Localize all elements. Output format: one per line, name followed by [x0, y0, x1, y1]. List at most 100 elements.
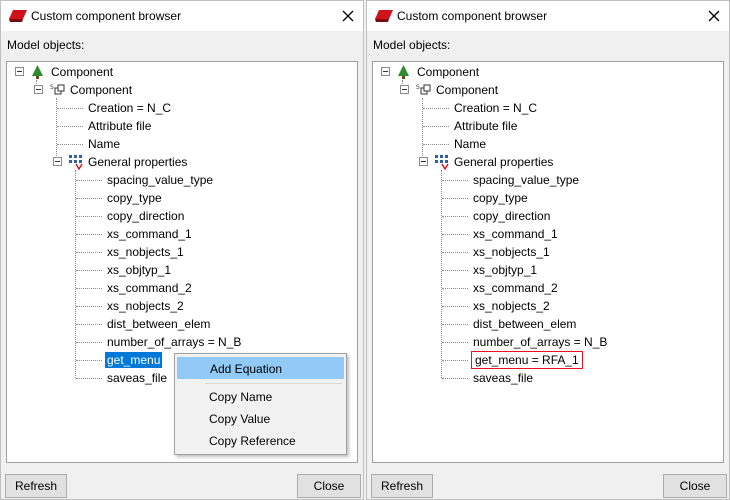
collapse-toggle[interactable]	[381, 67, 390, 76]
tree-node-attribute[interactable]: Name	[86, 135, 122, 153]
tree-node-property[interactable]: xs_nobjects_1	[471, 243, 552, 261]
tree-node-property[interactable]: copy_type	[105, 189, 164, 207]
tree-node-label: copy_type	[473, 191, 528, 205]
tree-node-label: Attribute file	[88, 119, 152, 133]
component-tree-icon	[398, 65, 409, 82]
tree-node-label: copy_direction	[473, 209, 551, 223]
close-icon[interactable]	[705, 7, 723, 25]
tree-guide	[442, 342, 468, 343]
app-logo-icon	[9, 10, 27, 23]
tree-node-label: Creation = N_C	[454, 101, 538, 115]
tree-guide	[442, 198, 468, 199]
menu-item-copy-reference[interactable]: Copy Reference	[177, 430, 344, 452]
menu-item-copy-value[interactable]: Copy Value	[177, 408, 344, 430]
collapse-toggle[interactable]	[15, 67, 24, 76]
tree-guide	[442, 360, 468, 361]
tree-node-property[interactable]: xs_objtyp_1	[105, 261, 173, 279]
title-bar: Custom component browser	[367, 1, 729, 31]
tree-node-property[interactable]: number_of_arrays = N_B	[471, 333, 609, 351]
section-label: Model objects:	[373, 38, 451, 52]
tree-node-label: Creation = N_C	[88, 101, 172, 115]
tree-node-component[interactable]: Component	[434, 81, 500, 99]
tree-node-label: dist_between_elem	[473, 317, 577, 331]
tree-node-property[interactable]: xs_nobjects_2	[471, 297, 552, 315]
tree-node-property[interactable]: get_menu = RFA_1	[471, 351, 583, 369]
tree-node-property[interactable]: number_of_arrays = N_B	[105, 333, 243, 351]
tree-node-property[interactable]: dist_between_elem	[105, 315, 212, 333]
tree-node-property[interactable]: spacing_value_type	[105, 171, 215, 189]
tree-guide	[76, 270, 102, 271]
app-logo-icon	[375, 10, 393, 23]
tree-node-property[interactable]: spacing_value_type	[471, 171, 581, 189]
tree-node-label: get_menu	[105, 352, 163, 368]
tree-node-property[interactable]: dist_between_elem	[471, 315, 578, 333]
context-menu: Add Equation Copy Name Copy Value Copy R…	[174, 353, 347, 455]
tree-node-label: General properties	[88, 155, 188, 169]
tree-guide	[442, 288, 468, 289]
tree-guide	[442, 180, 468, 181]
menu-item-copy-name[interactable]: Copy Name	[177, 386, 344, 408]
tree-node-property[interactable]: saveas_file	[105, 369, 169, 387]
tree-node-label: Name	[88, 137, 121, 151]
tree-node-attribute[interactable]: Name	[452, 135, 488, 153]
window-title: Custom component browser	[31, 9, 182, 23]
tree-guide	[76, 306, 102, 307]
tree-node-property[interactable]: xs_command_1	[471, 225, 560, 243]
refresh-button[interactable]: Refresh	[5, 474, 67, 498]
menu-item-add-equation[interactable]: Add Equation	[177, 357, 344, 379]
tree-guide	[442, 270, 468, 271]
tree-node-general-properties[interactable]: General properties	[86, 153, 189, 171]
left-window: Custom component browser Model objects: …	[0, 0, 364, 500]
tree-node-property[interactable]: copy_direction	[471, 207, 552, 225]
tree-node-attribute[interactable]: Attribute file	[86, 117, 153, 135]
collapse-toggle[interactable]	[400, 85, 409, 94]
tree-guide	[442, 234, 468, 235]
tree-guide	[76, 288, 102, 289]
tree-guide	[57, 144, 83, 145]
section-label: Model objects:	[7, 38, 85, 52]
tree-node-label: spacing_value_type	[473, 173, 580, 187]
tree-node-property[interactable]: xs_nobjects_1	[105, 243, 186, 261]
tree-guide	[423, 126, 449, 127]
tree-node-component-root[interactable]: Component	[415, 63, 481, 81]
tree-node-component-root[interactable]: Component	[49, 63, 115, 81]
tree-node-property[interactable]: xs_command_2	[105, 279, 194, 297]
tree-guide	[57, 108, 83, 109]
tree-node-label: xs_objtyp_1	[107, 263, 172, 277]
tree-guide	[442, 324, 468, 325]
model-objects-tree[interactable]: Component S Component Creation = N_C Attribu…	[372, 61, 724, 463]
collapse-toggle[interactable]	[34, 85, 43, 94]
tree-node-property[interactable]: xs_command_2	[471, 279, 560, 297]
tree-node-attribute[interactable]: Attribute file	[452, 117, 519, 135]
tree-node-label: xs_command_2	[107, 281, 192, 295]
tree-node-label: xs_command_1	[473, 227, 558, 241]
tree-guide	[76, 252, 102, 253]
collapse-toggle[interactable]	[419, 157, 428, 166]
tree-guide	[76, 198, 102, 199]
tree-node-property[interactable]: saveas_file	[471, 369, 535, 387]
tree-node-property[interactable]: copy_direction	[105, 207, 186, 225]
tree-node-property[interactable]: xs_objtyp_1	[471, 261, 539, 279]
tree-node-property[interactable]: xs_nobjects_2	[105, 297, 186, 315]
tree-node-component[interactable]: Component	[68, 81, 134, 99]
properties-group-icon	[68, 154, 84, 173]
right-window: Custom component browser Model objects: …	[366, 0, 730, 500]
refresh-button[interactable]: Refresh	[371, 474, 433, 498]
tree-node-label: spacing_value_type	[107, 173, 214, 187]
close-button[interactable]: Close	[663, 474, 727, 498]
collapse-toggle[interactable]	[53, 157, 62, 166]
close-button[interactable]: Close	[297, 474, 361, 498]
tree-node-general-properties[interactable]: General properties	[452, 153, 555, 171]
tree-node-attribute[interactable]: Creation = N_C	[452, 99, 539, 117]
close-icon[interactable]	[339, 7, 357, 25]
tree-node-property[interactable]: xs_command_1	[105, 225, 194, 243]
tree-node-label: xs_command_1	[107, 227, 192, 241]
tree-node-attribute[interactable]: Creation = N_C	[86, 99, 173, 117]
tree-node-label: Component	[51, 65, 114, 79]
tree-node-label: get_menu = RFA_1	[471, 351, 583, 369]
tree-guide	[423, 108, 449, 109]
tree-node-label: dist_between_elem	[107, 317, 211, 331]
tree-node-property[interactable]: copy_type	[471, 189, 530, 207]
tree-guide	[75, 170, 76, 378]
tree-node-property[interactable]: get_menu	[105, 351, 163, 369]
